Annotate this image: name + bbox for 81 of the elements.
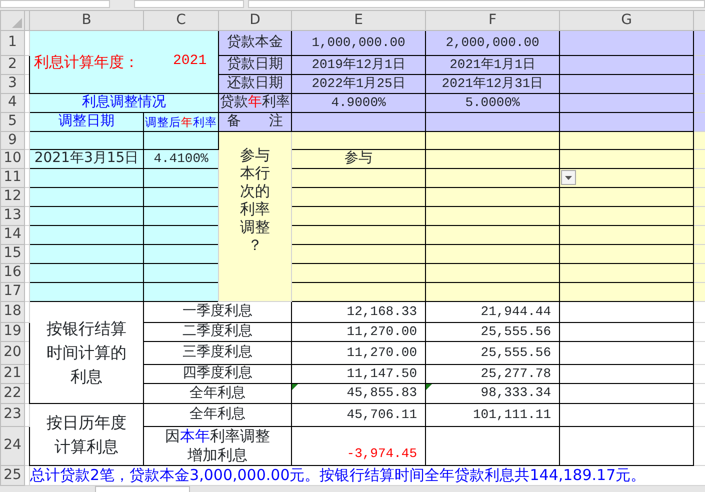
table-cell: 4.9000% xyxy=(292,94,426,112)
table-cell: 按银行结算时间计算的利息 xyxy=(30,302,144,404)
column-header[interactable]: E xyxy=(292,10,426,30)
table-cell: 2021年12月31日 xyxy=(426,74,560,94)
row-header[interactable]: 11 xyxy=(0,168,24,188)
table-cell: 45,855.83 xyxy=(292,384,426,404)
table-cell: 二季度利息 xyxy=(144,322,292,342)
table-cell: 参与 xyxy=(292,150,426,168)
row-header[interactable]: 2 xyxy=(0,56,24,74)
row-header[interactable]: 14 xyxy=(0,226,24,244)
table-cell: 调整日期 xyxy=(30,112,144,132)
table-cell: 2,000,000.00 xyxy=(426,30,560,56)
table-cell: 12,168.33 xyxy=(292,302,426,322)
table-cell: 还款日期 xyxy=(218,74,292,94)
column-header[interactable]: B xyxy=(30,10,144,30)
table-cell: 因本年利率调整增加利息 xyxy=(144,426,292,466)
table-cell: 全年利息 xyxy=(144,384,292,404)
row-header[interactable]: 1 xyxy=(0,30,24,56)
table-cell: 21,944.44 xyxy=(426,302,560,322)
table-cell: 2021年1月1日 xyxy=(426,56,560,74)
row-header[interactable]: 15 xyxy=(0,244,24,264)
table-cell: 贷款日期 xyxy=(218,56,292,74)
row-header[interactable]: 5 xyxy=(0,112,24,132)
row-header[interactable]: 23 xyxy=(0,404,24,426)
year-label: 利息计算年度： xyxy=(34,54,139,70)
table-cell: 一季度利息 xyxy=(144,302,292,322)
row-header[interactable]: 16 xyxy=(0,264,24,282)
column-header[interactable] xyxy=(24,10,30,30)
column-header[interactable] xyxy=(694,10,705,30)
table-cell: 三季度利息 xyxy=(144,342,292,364)
table-cell: 11,270.00 xyxy=(292,342,426,364)
table-cell: 四季度利息 xyxy=(144,364,292,384)
row-header[interactable]: 9 xyxy=(0,132,24,150)
select-all-button[interactable] xyxy=(0,10,24,30)
row-header[interactable]: 20 xyxy=(0,342,24,364)
table-cell: 98,333.34 xyxy=(426,384,560,404)
caret-icon xyxy=(565,176,572,180)
table-cell: 25,555.56 xyxy=(426,342,560,364)
row-header[interactable]: 4 xyxy=(0,94,24,112)
table-cell: 贷款年利率 xyxy=(218,94,292,112)
table-cell: 1,000,000.00 xyxy=(292,30,426,56)
column-header[interactable]: F xyxy=(426,10,560,30)
table-cell: 45,706.11 xyxy=(292,404,426,426)
year-value: 2021 xyxy=(173,54,207,70)
table-cell: 2022年1月25日 xyxy=(292,74,426,94)
name-box[interactable] xyxy=(0,0,110,8)
column-header[interactable]: G xyxy=(560,10,694,30)
sheet-tab[interactable] xyxy=(95,486,190,492)
row-header[interactable]: 24 xyxy=(0,426,24,466)
function-field[interactable] xyxy=(134,0,244,8)
table-cell: 11,147.50 xyxy=(292,364,426,384)
table-cell: 备 注 xyxy=(218,112,292,132)
row-header[interactable]: 18 xyxy=(0,302,24,322)
table-cell: 参与本行次的利率调整？ xyxy=(218,132,292,302)
dropdown-button[interactable] xyxy=(561,170,576,185)
row-header[interactable]: 22 xyxy=(0,384,24,404)
table-cell: 5.0000% xyxy=(426,94,560,112)
table-cell: -3,974.45 xyxy=(292,426,426,466)
table-cell: 101,111.11 xyxy=(426,404,560,426)
table-cell: 2021年3月15日 xyxy=(30,150,144,168)
table-cell: 25,555.56 xyxy=(426,322,560,342)
row-header[interactable]: 13 xyxy=(0,206,24,226)
table-cell: 11,270.00 xyxy=(292,322,426,342)
row-header[interactable]: 19 xyxy=(0,322,24,342)
table-cell: 全年利息 xyxy=(144,404,292,426)
table-cell: 利息调整情况 xyxy=(30,94,218,112)
column-header[interactable]: C xyxy=(144,10,218,30)
table-cell: 贷款本金 xyxy=(218,30,292,56)
table-cell: 调整后年利率 xyxy=(144,112,218,132)
row-header[interactable]: 17 xyxy=(0,282,24,302)
formula-bar[interactable] xyxy=(248,0,705,8)
column-header[interactable]: D xyxy=(218,10,292,30)
table-cell: 按日历年度计算利息 xyxy=(30,404,144,466)
row-header[interactable]: 3 xyxy=(0,74,24,94)
table-cell: 2019年12月1日 xyxy=(292,56,426,74)
row-header[interactable]: 12 xyxy=(0,188,24,206)
row-header[interactable]: 10 xyxy=(0,150,24,168)
row-header[interactable]: 25 xyxy=(0,466,24,486)
table-cell: 25,277.78 xyxy=(426,364,560,384)
table-cell: 4.4100% xyxy=(144,150,218,168)
row-header[interactable]: 21 xyxy=(0,364,24,384)
